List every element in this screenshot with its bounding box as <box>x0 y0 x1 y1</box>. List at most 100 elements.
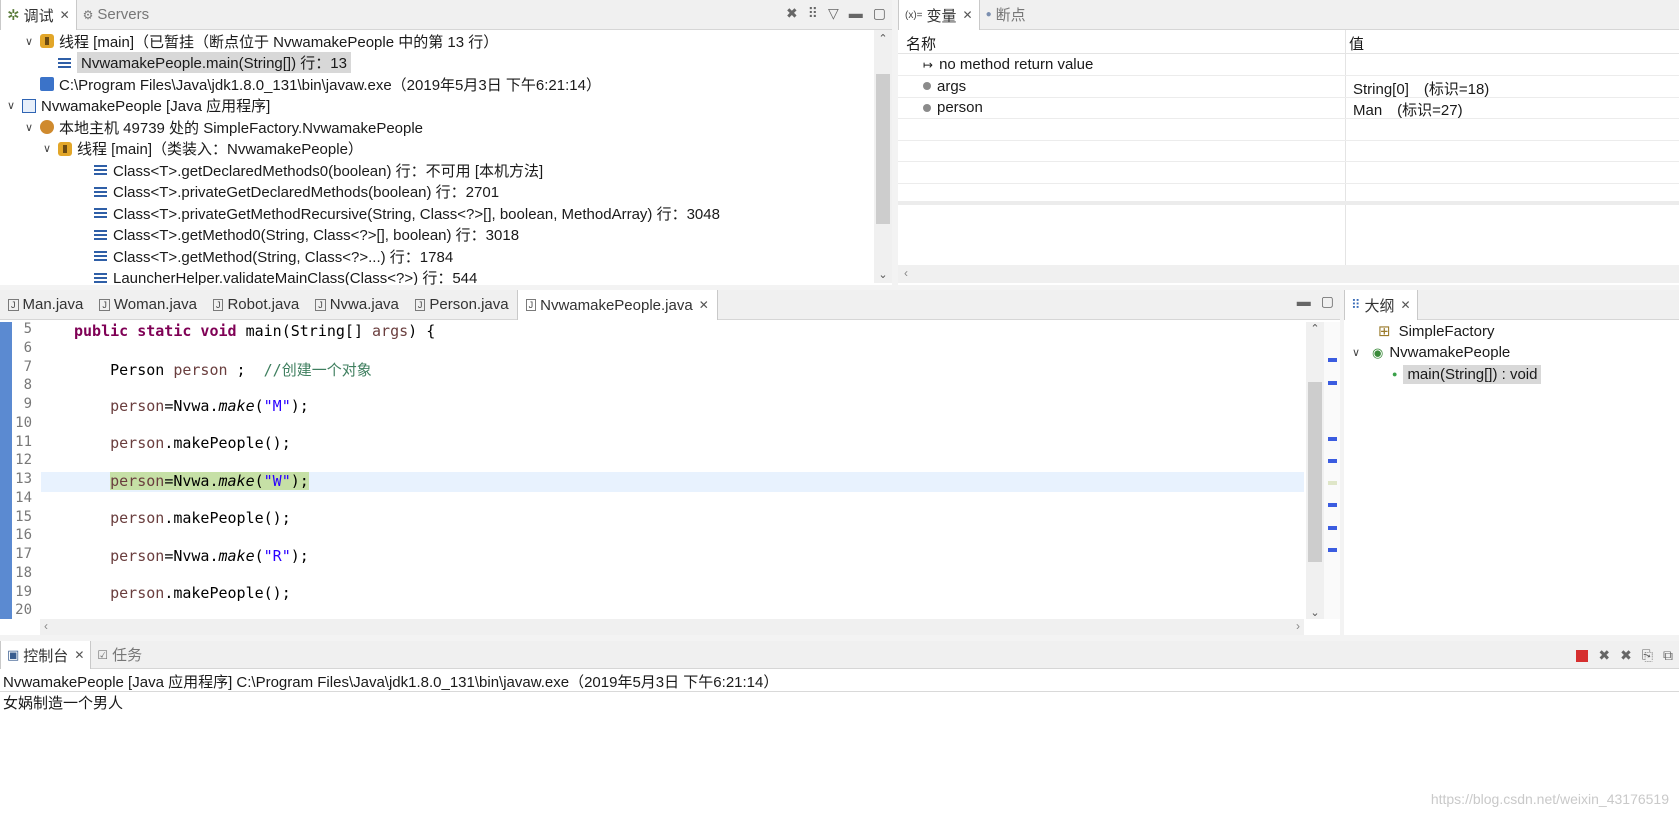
variable-name: args <box>923 78 966 95</box>
scroll-down-icon[interactable]: ⌄ <box>1306 606 1324 619</box>
code-line-11[interactable]: person.makePeople(); <box>41 434 1304 454</box>
variables-hscrollbar[interactable]: ‹ <box>898 265 1679 283</box>
tab-tasks[interactable]: ☑ 任务 <box>91 641 148 670</box>
minimize-icon[interactable]: ▬ <box>849 5 863 22</box>
debug-tree-item[interactable]: Class<T>.getMethod(String, Class<?>...) … <box>94 245 453 267</box>
scroll-up-icon[interactable]: ⌃ <box>1306 322 1324 335</box>
scroll-left-icon[interactable]: ‹ <box>904 266 908 280</box>
maximize-icon[interactable]: ▢ <box>873 5 886 22</box>
code-line-13-current[interactable]: person=Nvwa.make("W"); <box>41 472 1304 492</box>
overview-ruler[interactable] <box>1324 322 1340 619</box>
maximize-icon[interactable]: ▢ <box>1321 293 1334 310</box>
code-line-5[interactable]: public static void main(String[] args) { <box>41 322 1304 342</box>
editor-tab[interactable]: J Man.java <box>0 290 91 320</box>
occurrence-marker[interactable] <box>1328 526 1337 530</box>
remove-all-terminated-icon[interactable]: ✖ <box>1620 647 1632 664</box>
vertical-ruler[interactable] <box>0 322 12 619</box>
debug-tree-item[interactable]: ∨ 本地主机 49739 处的 SimpleFactory.NvwamakePeo… <box>22 116 423 138</box>
code-line-9[interactable]: person=Nvwa.make("M"); <box>41 397 1304 417</box>
close-icon[interactable]: ✕ <box>963 8 973 22</box>
editor-hscrollbar[interactable]: ‹ › <box>40 619 1304 635</box>
pin-console-icon[interactable]: ⧉ <box>1663 647 1673 664</box>
remove-launch-icon[interactable]: ✖ <box>1598 647 1610 664</box>
code-line-15[interactable]: person.makePeople(); <box>41 509 1304 529</box>
close-icon[interactable]: ✕ <box>699 298 709 312</box>
scroll-down-icon[interactable]: ⌄ <box>874 268 892 281</box>
occurrence-marker[interactable] <box>1328 358 1337 362</box>
scroll-left-icon[interactable]: ‹ <box>44 619 48 633</box>
expand-toggle-icon[interactable]: ∨ <box>22 121 36 134</box>
tab-debug[interactable]: ✲ 调试 ✕ <box>0 0 77 30</box>
expand-toggle-icon[interactable]: ∨ <box>1352 346 1366 359</box>
editor-vscrollbar[interactable]: ⌃ ⌄ <box>1306 322 1324 619</box>
debug-tree-item[interactable]: ∨ 线程 [main]（已暂挂（断点位于 NvwamakePeople 中的第 1… <box>22 30 498 52</box>
tab-servers[interactable]: ⚙ Servers <box>77 0 155 30</box>
collapse-icon[interactable]: ⠿ <box>808 5 818 22</box>
variable-row[interactable]: args String[0] (标识=18) <box>898 77 1679 98</box>
editor-tab[interactable]: J Person.java <box>407 290 517 320</box>
variable-row[interactable]: person Man (标识=27) <box>898 98 1679 119</box>
scroll-up-icon[interactable]: ⌃ <box>874 32 892 45</box>
editor-tab[interactable]: J NvwamakePeople.java ✕ <box>516 290 718 320</box>
debug-tree-item[interactable]: C:\Program Files\Java\jdk1.8.0_131\bin\j… <box>40 73 601 95</box>
editor-tab[interactable]: J Robot.java <box>205 290 307 320</box>
debug-tree-label: Class<T>.getMethod(String, Class<?>...) … <box>113 248 454 266</box>
expand-toggle-icon[interactable]: ∨ <box>40 142 54 155</box>
debug-tree-item[interactable]: ∨ NvwamakePeople [Java 应用程序] <box>4 95 270 117</box>
line-number: 17 <box>15 546 32 562</box>
debug-tree-item[interactable]: ∨ 线程 [main]（类装入：NvwamakePeople） <box>40 138 363 160</box>
outline-item[interactable]: ∨ ◉ NvwamakePeople <box>1352 342 1679 364</box>
code-line-17[interactable]: person=Nvwa.make("R"); <box>41 547 1304 567</box>
console-header: NvwamakePeople [Java 应用程序] C:\Program Fi… <box>3 674 779 691</box>
tab-variables[interactable]: (x)= 变量 ✕ <box>898 0 980 30</box>
variable-row[interactable] <box>898 141 1679 162</box>
scroll-right-icon[interactable]: › <box>1296 619 1300 633</box>
console-output[interactable]: 女娲制造一个男人 <box>3 692 123 713</box>
debug-vscrollbar[interactable]: ⌃ ⌄ <box>874 30 892 283</box>
debug-tree-label: Class<T>.privateGetMethodRecursive(Strin… <box>113 205 720 223</box>
debug-tree-item[interactable]: Class<T>.privateGetDeclaredMethods(boole… <box>94 181 499 203</box>
package-icon: ⊞ <box>1378 323 1391 340</box>
close-icon[interactable]: ✕ <box>74 648 84 662</box>
editor-tab[interactable]: J Nvwa.java <box>307 290 407 320</box>
close-icon[interactable]: ✕ <box>60 8 70 22</box>
close-icon[interactable]: ✕ <box>1401 298 1411 312</box>
outline-item-label: main(String[]) : void <box>1403 364 1542 384</box>
expand-toggle-icon[interactable]: ∨ <box>22 35 36 48</box>
code-line-19[interactable]: person.makePeople(); <box>41 584 1304 604</box>
terminate-icon[interactable] <box>1576 649 1589 662</box>
minimize-icon[interactable]: ▬ <box>1297 293 1311 310</box>
debug-tree-item[interactable]: Class<T>.privateGetMethodRecursive(Strin… <box>94 202 720 224</box>
code-line-7[interactable]: Person person ; //创建一个对象 <box>41 359 1304 379</box>
view-menu-icon[interactable]: ▽ <box>828 5 839 22</box>
outline-item[interactable]: ● main(String[]) : void <box>1392 363 1679 385</box>
variable-row[interactable] <box>898 120 1679 141</box>
debug-tree-label: Class<T>.getDeclaredMethods0(boolean) 行：… <box>113 162 544 180</box>
debug-tree-item[interactable]: LauncherHelper.validateMainClass(Class<?… <box>94 267 477 285</box>
outline-item[interactable]: ⊞ SimpleFactory <box>1378 320 1679 342</box>
editor-tab[interactable]: J Woman.java <box>91 290 205 320</box>
remove-all-terminated-icon[interactable]: ✖ <box>786 5 798 22</box>
debug-tree-item[interactable]: Class<T>.getDeclaredMethods0(boolean) 行：… <box>94 159 543 181</box>
scroll-lock-icon[interactable]: ⎘ <box>1642 647 1653 664</box>
occurrence-marker[interactable] <box>1328 548 1337 552</box>
tab-console[interactable]: ▣ 控制台 ✕ <box>0 641 92 669</box>
tab-breakpoints[interactable]: ● 断点 <box>980 0 1032 30</box>
expand-toggle-icon[interactable]: ∨ <box>4 99 18 112</box>
editor-body[interactable]: 5 6 7 8 9 10 11 12 13 14 15 16 17 18 19 20 public stati… <box>0 321 1340 635</box>
scroll-thumb[interactable] <box>1308 382 1322 562</box>
current-marker[interactable] <box>1328 481 1337 485</box>
debug-tree-item[interactable]: Class<T>.getMethod0(String, Class<?>[], … <box>94 224 519 246</box>
variable-row[interactable] <box>898 163 1679 184</box>
debug-tree-item[interactable]: NvwamakePeople.main(String[]) 行：13 <box>58 52 351 74</box>
occurrence-marker[interactable] <box>1328 381 1337 385</box>
occurrence-marker[interactable] <box>1328 437 1337 441</box>
column-name[interactable]: 名称 <box>906 33 936 54</box>
tab-outline[interactable]: ⠿ 大纲 ✕ <box>1344 290 1418 320</box>
occurrence-marker[interactable] <box>1328 503 1337 507</box>
scroll-thumb[interactable] <box>876 74 890 224</box>
column-value[interactable]: 值 <box>1349 33 1364 54</box>
variable-row[interactable]: ↦ no method return value <box>898 55 1679 76</box>
occurrence-marker[interactable] <box>1328 459 1337 463</box>
line-number: 18 <box>15 564 32 581</box>
